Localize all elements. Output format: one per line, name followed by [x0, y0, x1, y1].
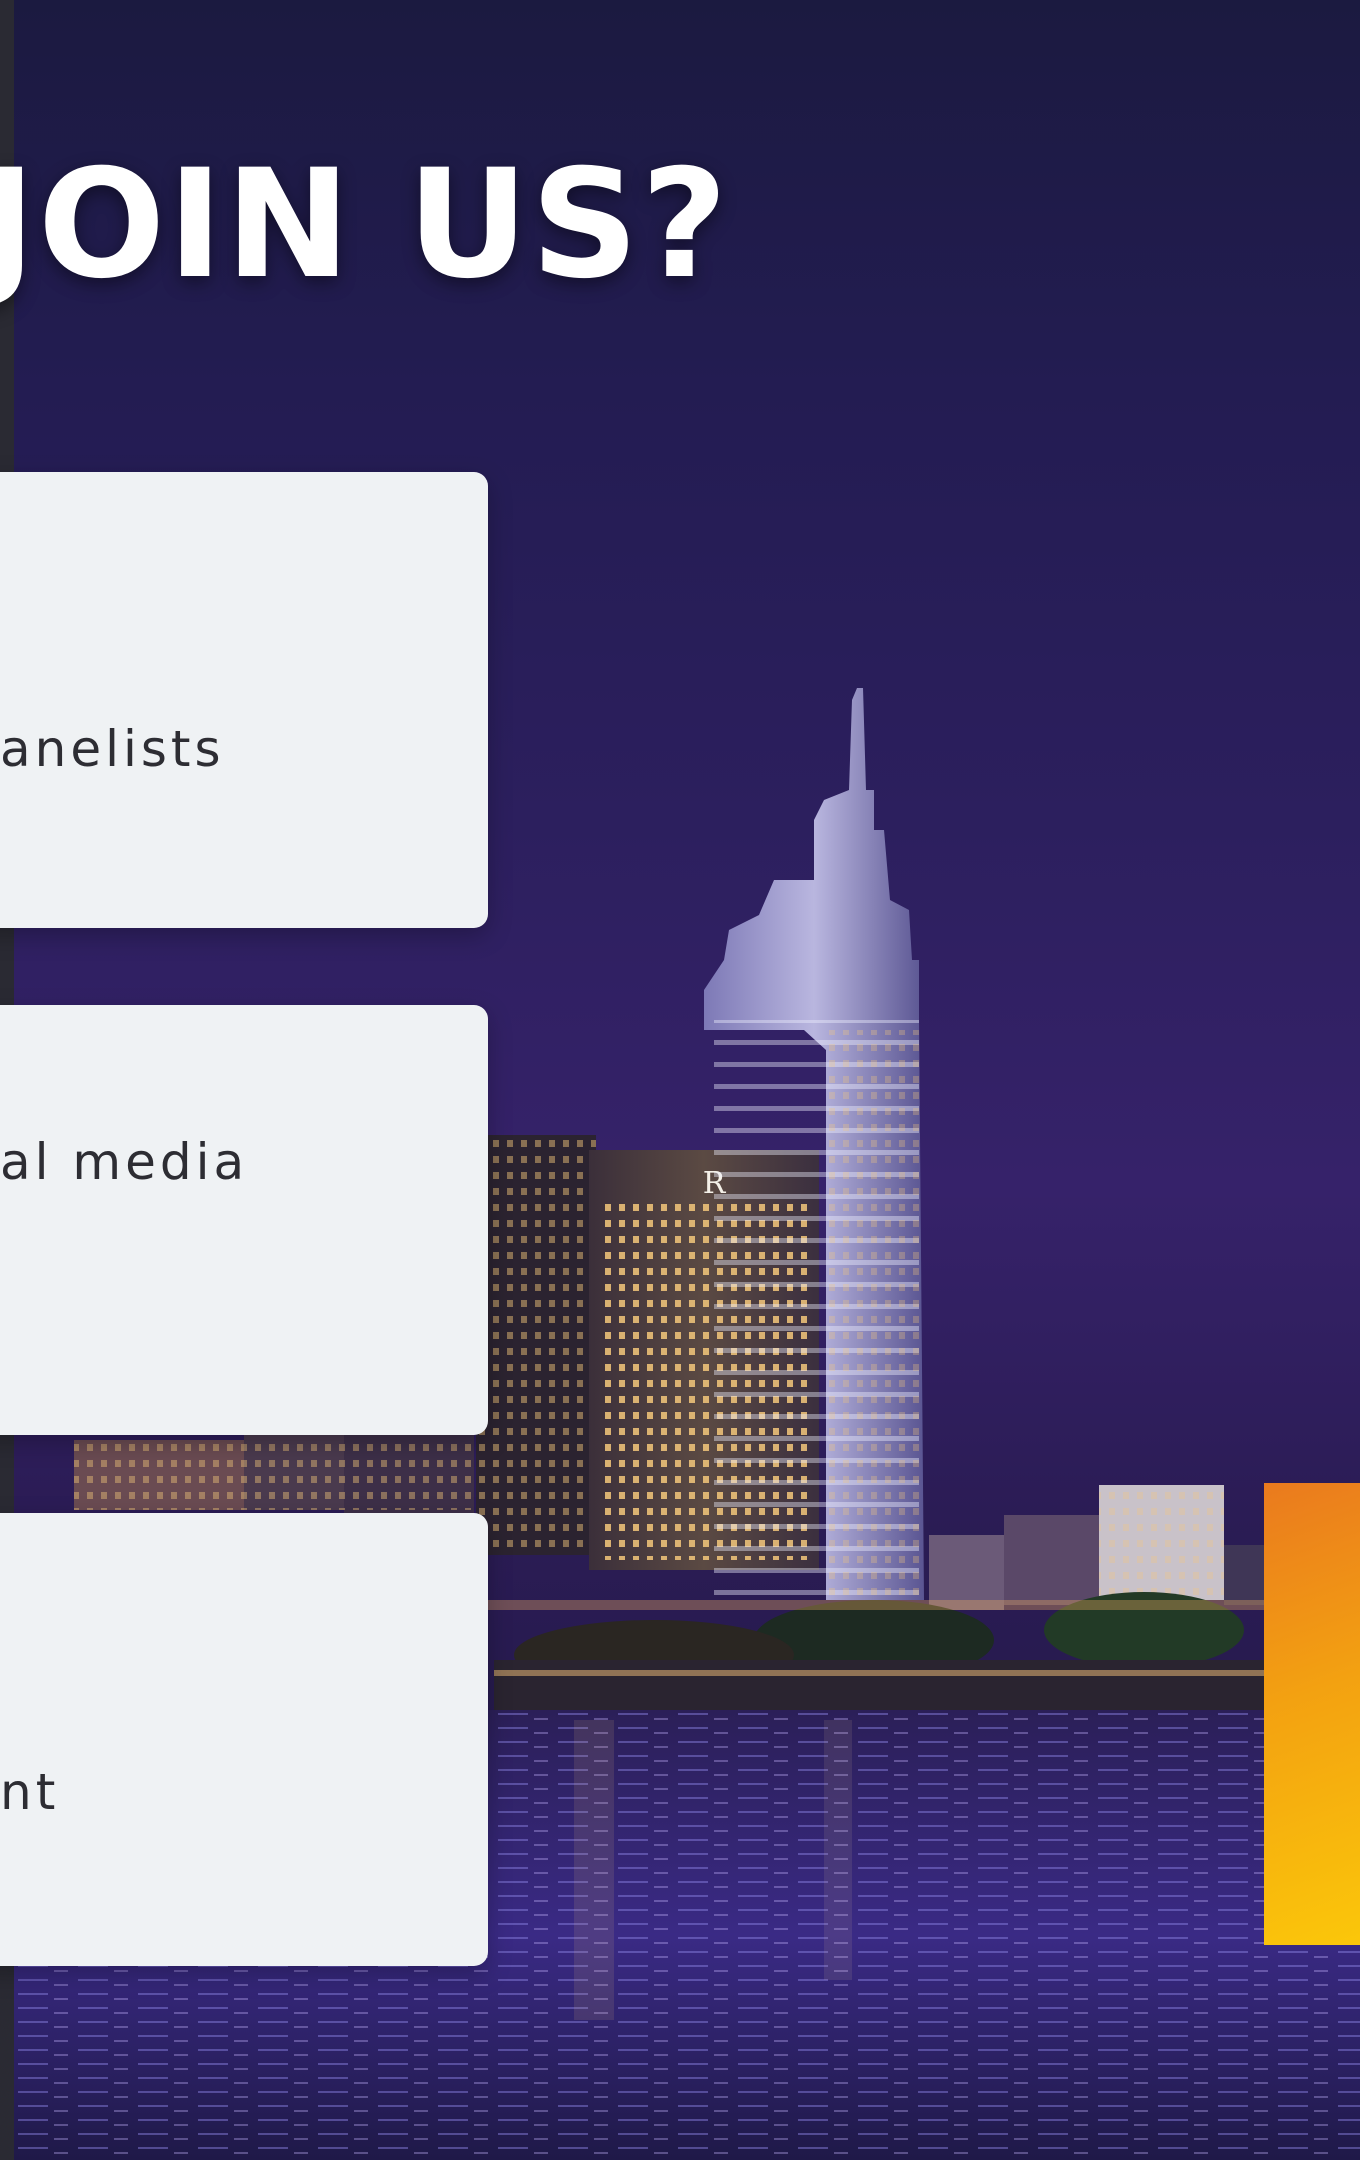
info-card-text: anelists [0, 720, 225, 778]
info-card-text: nt [0, 1763, 60, 1821]
page: R JOIN US? anelists [0, 0, 1360, 2160]
orange-accent-panel [1264, 1483, 1360, 1945]
info-card: al media [0, 1005, 488, 1435]
info-card-text: al media [0, 1133, 249, 1191]
info-card: anelists [0, 472, 488, 928]
info-card: nt [0, 1513, 488, 1966]
page-heading: JOIN US? [0, 138, 730, 312]
